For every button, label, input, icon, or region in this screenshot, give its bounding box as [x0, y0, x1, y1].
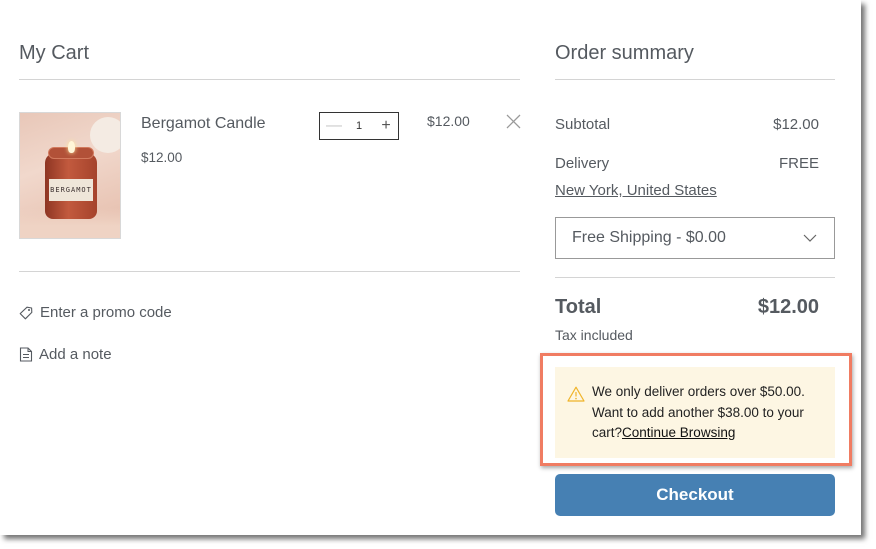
warning-icon — [567, 386, 585, 402]
chevron-down-icon — [803, 234, 817, 242]
cart-title: My Cart — [19, 42, 89, 64]
product-unit-price: $12.00 — [141, 150, 183, 165]
tax-note: Tax included — [555, 327, 633, 343]
divider — [555, 79, 835, 80]
tag-icon — [19, 306, 33, 319]
continue-browsing-link[interactable]: Continue Browsing — [622, 425, 735, 440]
product-name[interactable]: Bergamot Candle — [141, 115, 266, 133]
increase-quantity-button[interactable]: + — [380, 118, 392, 134]
total-label: Total — [555, 296, 602, 318]
candle-label: BERGAMOT — [49, 179, 93, 201]
shipping-method-value: Free Shipping - $0.00 — [572, 229, 726, 246]
divider — [555, 277, 835, 278]
cart-page: My Cart BERGAMOT Bergamot Candle $12.00 … — [0, 0, 861, 535]
line-total: $12.00 — [427, 113, 470, 129]
promo-code-link[interactable]: Enter a promo code — [19, 304, 172, 321]
delivery-value: FREE — [778, 155, 819, 172]
notice-text: We only deliver orders over $50.00. Want… — [592, 384, 805, 440]
promo-code-label: Enter a promo code — [40, 304, 172, 321]
subtotal-value: $12.00 — [773, 116, 819, 133]
remove-item-button[interactable] — [506, 114, 521, 129]
divider — [19, 79, 520, 80]
quantity-value[interactable]: 1 — [356, 120, 362, 132]
shipping-method-select[interactable]: Free Shipping - $0.00 — [555, 217, 835, 259]
checkout-button[interactable]: Checkout — [555, 474, 835, 516]
add-note-label: Add a note — [39, 346, 112, 363]
add-note-link[interactable]: Add a note — [19, 346, 112, 363]
product-image[interactable]: BERGAMOT — [19, 112, 121, 239]
delivery-location-link[interactable]: New York, United States — [555, 182, 717, 199]
delivery-label: Delivery — [555, 155, 610, 172]
decrease-quantity-button[interactable]: — — [326, 118, 342, 134]
divider — [19, 271, 520, 272]
order-summary-title: Order summary — [555, 42, 694, 64]
minimum-order-notice: We only deliver orders over $50.00. Want… — [555, 367, 835, 458]
note-icon — [19, 347, 33, 362]
subtotal-label: Subtotal — [555, 116, 611, 133]
candle-flame-graphic — [68, 141, 75, 153]
quantity-stepper[interactable]: — 1 + — [319, 112, 399, 140]
total-value: $12.00 — [757, 296, 819, 318]
close-icon — [506, 114, 521, 129]
